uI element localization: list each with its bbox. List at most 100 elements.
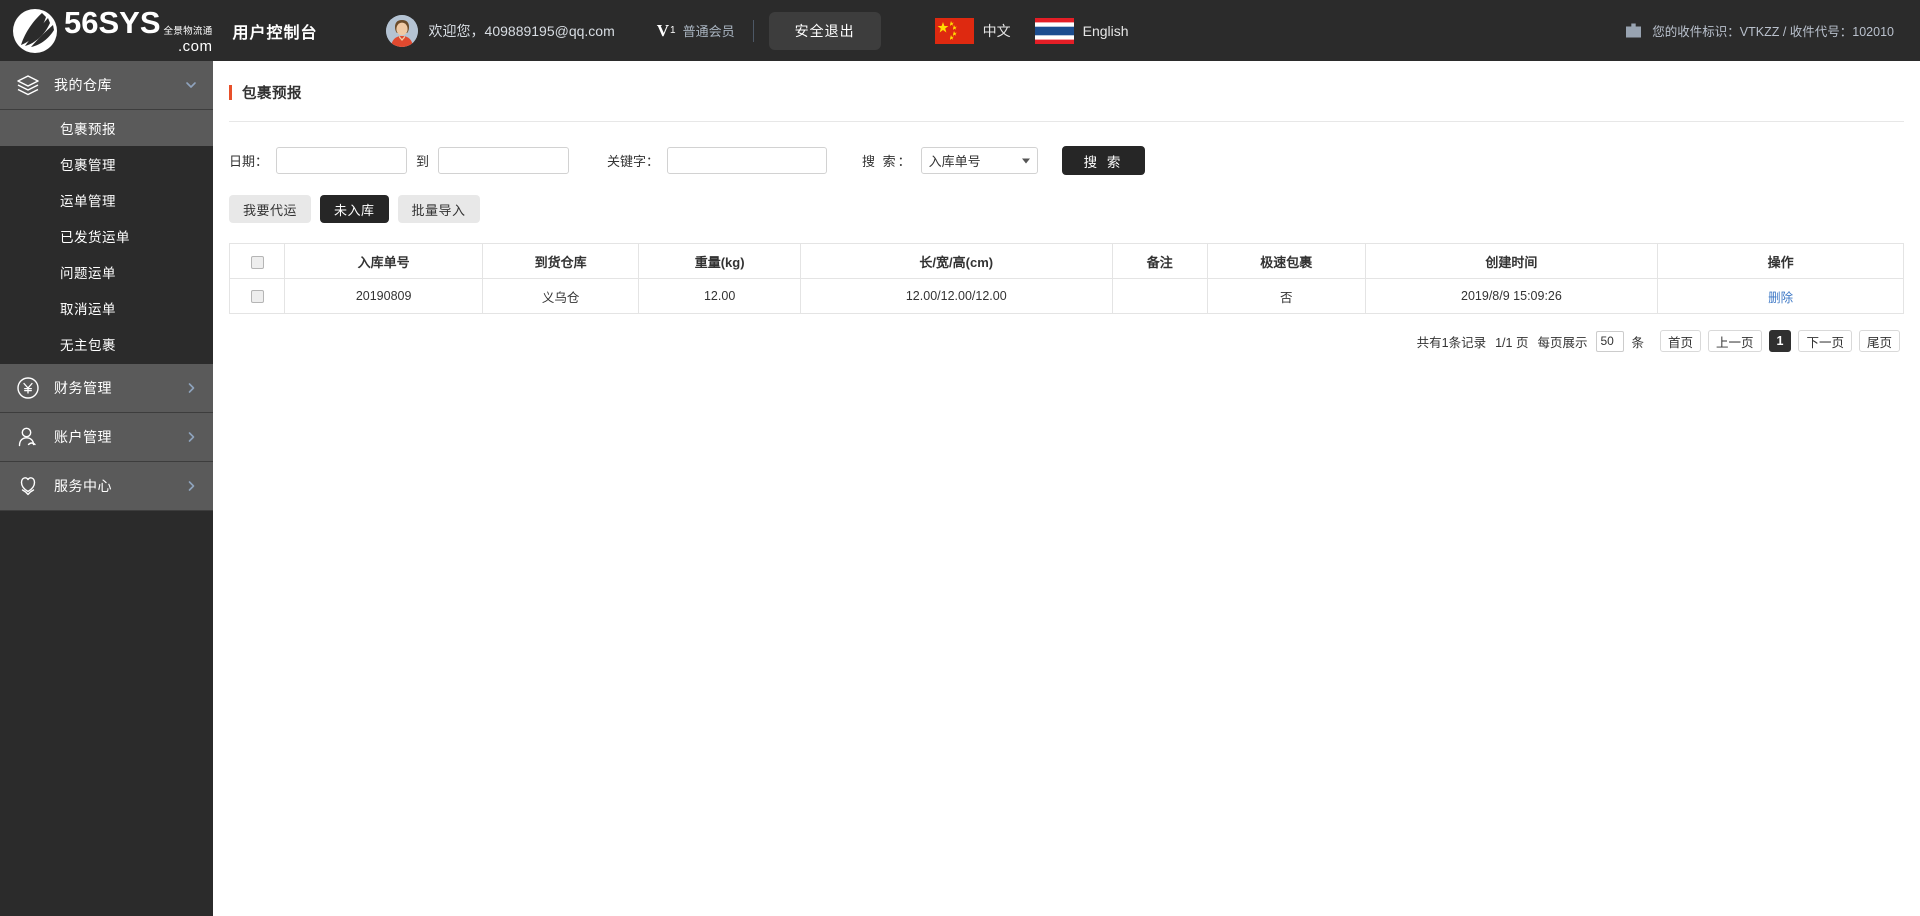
logout-button[interactable]: 安全退出	[768, 11, 881, 50]
header-divider	[752, 19, 754, 42]
sidebar-group-label: 账户管理	[54, 429, 112, 445]
row-checkbox[interactable]	[250, 290, 264, 304]
vip-label: 普通会员	[682, 24, 735, 39]
cell-actions: 删除	[1657, 278, 1904, 314]
column-header-warehouse: 到货仓库	[481, 243, 640, 279]
brand-domain: .com	[178, 38, 213, 55]
top-header: 56SYS 全景物流通 .com 用户控制台 欢迎您，409889195@qq.…	[0, 0, 1920, 61]
brand-wordmark: 56SYS 全景物流通 .com	[64, 7, 213, 55]
pagination-first-button[interactable]: 首页	[1659, 330, 1701, 352]
cell-remark	[1111, 278, 1208, 314]
column-header-actions: 操作	[1657, 243, 1904, 279]
avatar[interactable]	[385, 14, 418, 47]
date-from-input[interactable]	[276, 147, 408, 174]
search-button[interactable]: 搜 索	[1061, 146, 1146, 175]
cell-created: 2019/8/9 15:09:26	[1364, 278, 1659, 314]
date-to-input[interactable]	[438, 147, 570, 174]
column-header-order-no: 入库单号	[284, 243, 483, 279]
sidebar-item-shipped-waybills[interactable]: 已发货运单	[0, 218, 213, 254]
sidebar-group-label: 服务中心	[54, 478, 112, 494]
cell-express: 否	[1206, 278, 1366, 314]
pagination-last-button[interactable]: 尾页	[1858, 330, 1900, 352]
sidebar-item-cancelled-waybills[interactable]: 取消运单	[0, 290, 213, 326]
sidebar-group-service-center[interactable]: 服务中心	[0, 462, 213, 511]
brand-tagline: 全景物流通	[163, 26, 213, 38]
column-header-dimensions: 长/宽/高(cm)	[799, 243, 1113, 279]
56sys-logo-icon	[12, 8, 58, 54]
sidebar-item-package-forecast[interactable]: 包裹预报	[0, 110, 213, 146]
table-body: 20190809 义乌仓 12.00 12.00/12.00/12.00 否 2…	[228, 278, 1904, 314]
chevron-right-icon	[185, 382, 197, 394]
table-head: 入库单号 到货仓库 重量(kg) 长/宽/高(cm) 备注 极速包裹 创建时间 …	[228, 243, 1904, 279]
welcome-text: 欢迎您，409889195@qq.com	[428, 22, 615, 39]
brand-name: 56SYS	[64, 5, 161, 40]
column-header-weight: 重量(kg)	[638, 243, 801, 279]
package-icon	[1625, 22, 1642, 39]
column-header-express: 极速包裹	[1206, 243, 1366, 279]
date-label: 日期：	[229, 154, 269, 169]
recipient-identifier: 您的收件标识：VTKZZ / 收件代号：102010	[1652, 25, 1894, 39]
chevron-down-icon	[1021, 158, 1030, 163]
sidebar-group-finance[interactable]: 财务管理	[0, 364, 213, 413]
sidebar-group-label: 我的仓库	[54, 77, 112, 93]
chevron-right-icon	[185, 431, 197, 443]
language-switch-english[interactable]: English	[1034, 17, 1129, 44]
pagination: 共有1条记录 1/1 页 每页展示 条 首页 上一页 1 下一页 尾页	[213, 314, 1920, 352]
select-all-header	[228, 243, 286, 279]
packages-table: 入库单号 到货仓库 重量(kg) 长/宽/高(cm) 备注 极速包裹 创建时间 …	[228, 243, 1904, 314]
cell-order-no: 20190809	[284, 278, 483, 314]
membership-badge: V 1 普通会员	[657, 21, 735, 40]
sidebar-item-problem-waybills[interactable]: 问题运单	[0, 254, 213, 290]
row-select-cell	[228, 278, 286, 314]
search-type-selected-value: 入库单号	[928, 154, 981, 169]
sidebar-submenu-my-warehouse: 包裹预报 包裹管理 运单管理 已发货运单 问题运单 取消运单 无主包裹	[0, 110, 213, 364]
date-range-separator: 到	[416, 154, 430, 169]
cell-warehouse: 义乌仓	[481, 278, 640, 314]
keyword-label: 关键字：	[607, 154, 660, 169]
shield-icon	[15, 473, 41, 499]
layers-icon	[15, 72, 41, 98]
pagination-total: 共有1条记录	[1416, 335, 1487, 350]
page-title: 包裹预报	[242, 86, 302, 102]
pagination-current-page[interactable]: 1	[1768, 330, 1792, 352]
cell-dimensions: 12.00/12.00/12.00	[799, 278, 1113, 314]
keyword-input[interactable]	[667, 147, 828, 174]
sidebar-group-account[interactable]: 账户管理	[0, 413, 213, 462]
pagination-per-page-input[interactable]	[1596, 330, 1625, 352]
yuan-circle-icon	[15, 375, 41, 401]
sidebar-group-my-warehouse[interactable]: 我的仓库	[0, 61, 213, 110]
sidebar-item-unclaimed-packages[interactable]: 无主包裹	[0, 326, 213, 362]
sidebar-item-package-management[interactable]: 包裹管理	[0, 146, 213, 182]
language-label-chinese: 中文	[982, 22, 1011, 39]
pagination-next-button[interactable]: 下一页	[1798, 330, 1852, 352]
brand-logo[interactable]: 56SYS 全景物流通 .com	[0, 7, 213, 55]
main-content: 包裹预报 日期： 到 关键字： 搜 索： 入库单号 搜 索 我要代运 未入库 批…	[213, 61, 1920, 916]
tab-not-warehoused[interactable]: 未入库	[320, 195, 389, 223]
select-all-checkbox[interactable]	[250, 255, 264, 269]
pagination-prev-button[interactable]: 上一页	[1708, 330, 1762, 352]
cn-flag-icon	[934, 17, 974, 44]
tab-request-forwarding[interactable]: 我要代运	[229, 195, 312, 223]
packages-table-container: 入库单号 到货仓库 重量(kg) 长/宽/高(cm) 备注 极速包裹 创建时间 …	[213, 223, 1920, 314]
filter-bar: 日期： 到 关键字： 搜 索： 入库单号 搜 索	[213, 122, 1920, 175]
action-tab-bar: 我要代运 未入库 批量导入	[213, 175, 1920, 223]
sidebar-item-waybill-management[interactable]: 运单管理	[0, 182, 213, 218]
pagination-per-page-label: 每页展示	[1537, 335, 1588, 350]
user-icon	[15, 424, 41, 450]
chevron-down-icon	[185, 79, 197, 91]
pagination-page-indicator: 1/1 页	[1495, 335, 1529, 350]
vip-level-number: 1	[670, 25, 676, 36]
sidebar-group-label: 财务管理	[54, 380, 112, 396]
search-type-select[interactable]: 入库单号	[920, 147, 1038, 174]
th-flag-icon	[1034, 17, 1074, 44]
delete-link[interactable]: 删除	[1768, 291, 1793, 305]
tab-batch-import[interactable]: 批量导入	[397, 195, 480, 223]
page-title-accent-bar	[229, 85, 232, 100]
vip-level-letter: V	[656, 21, 670, 40]
column-header-remark: 备注	[1111, 243, 1208, 279]
language-label-english: English	[1082, 22, 1129, 39]
table-row[interactable]: 20190809 义乌仓 12.00 12.00/12.00/12.00 否 2…	[228, 278, 1904, 314]
language-switch-chinese[interactable]: 中文	[934, 17, 1011, 44]
column-header-created: 创建时间	[1364, 243, 1659, 279]
console-title: 用户控制台	[232, 24, 318, 42]
